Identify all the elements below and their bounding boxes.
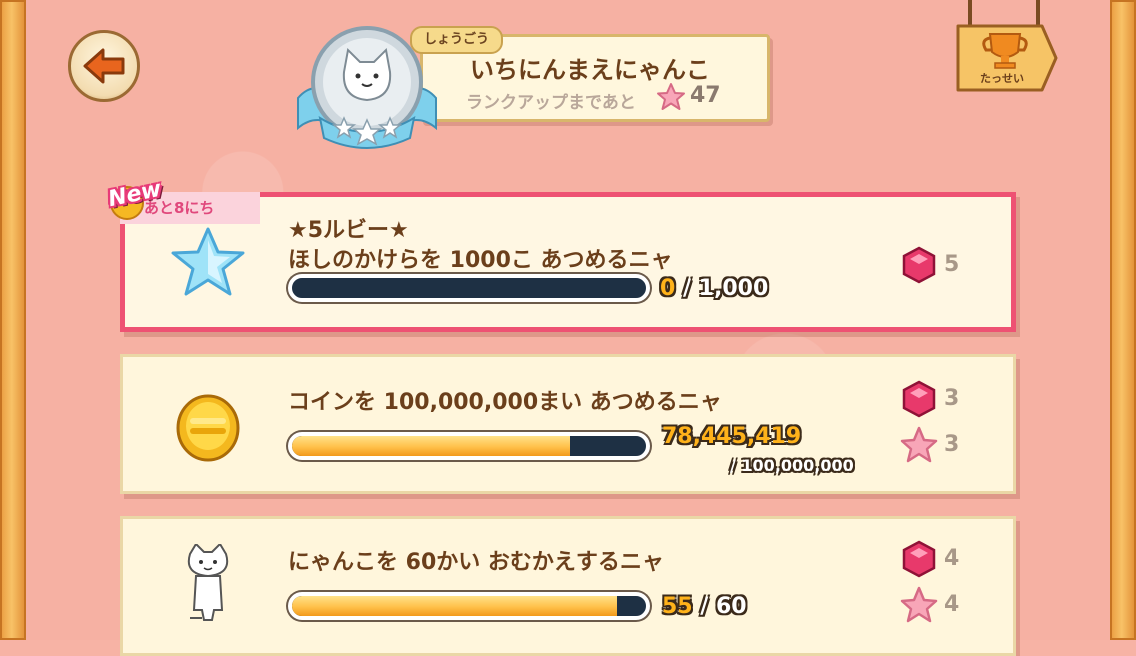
progress-target: / 1,000 (682, 276, 769, 301)
progress-current: 55 (662, 594, 693, 619)
achievements-label: たっせい (980, 72, 1024, 85)
reward-count: 5 (944, 252, 960, 277)
white-cat-icon (187, 544, 229, 621)
pink-star-icon (900, 586, 938, 623)
reward-count: 4 (944, 546, 960, 571)
mission-card[interactable] (120, 516, 1016, 656)
rankup-count: 47 (690, 83, 721, 108)
progress-text: 55 / 60 (662, 594, 747, 619)
ruby-icon (902, 246, 936, 284)
progress-current: 0 (660, 276, 676, 301)
reward-count: 4 (944, 592, 960, 617)
cat-medal-icon[interactable] (292, 22, 442, 150)
back-arrow-icon (83, 48, 125, 84)
reward-count: 3 (944, 432, 960, 457)
gold-coin-icon (176, 394, 240, 462)
progress-bar (288, 274, 650, 302)
progress-bar (288, 592, 650, 620)
rankup-label: ランクアップまであと (466, 93, 636, 113)
progress-target: / 100,000,000 (730, 456, 854, 475)
progress-fill (292, 596, 617, 616)
back-button[interactable] (68, 30, 140, 102)
blue-star-icon (171, 227, 245, 296)
reward-count: 3 (944, 386, 960, 411)
left-frame (0, 0, 26, 640)
progress-text: 0 / 1,000 (660, 276, 768, 301)
progress-fill (292, 436, 570, 456)
ruby-icon (902, 540, 936, 578)
right-frame (1110, 0, 1136, 640)
progress-target: / 60 (700, 594, 747, 619)
progress-current: 78,445,419 (662, 424, 802, 449)
mission-card[interactable] (120, 354, 1016, 494)
pink-star-icon (657, 83, 685, 110)
progress-bar (288, 432, 650, 460)
pink-star-icon (900, 426, 938, 463)
mission-title: ★5ルビー★ (288, 218, 409, 243)
mission-title: にゃんこを 60かい おむかえするニャ (288, 550, 664, 575)
ruby-icon (902, 380, 936, 418)
mission-title: コインを 100,000,000まい あつめるニャ (288, 390, 722, 415)
mission-description: ほしのかけらを 1000こ あつめるニャ (288, 248, 673, 273)
player-title: いちにんまえにゃんこ (470, 56, 710, 84)
